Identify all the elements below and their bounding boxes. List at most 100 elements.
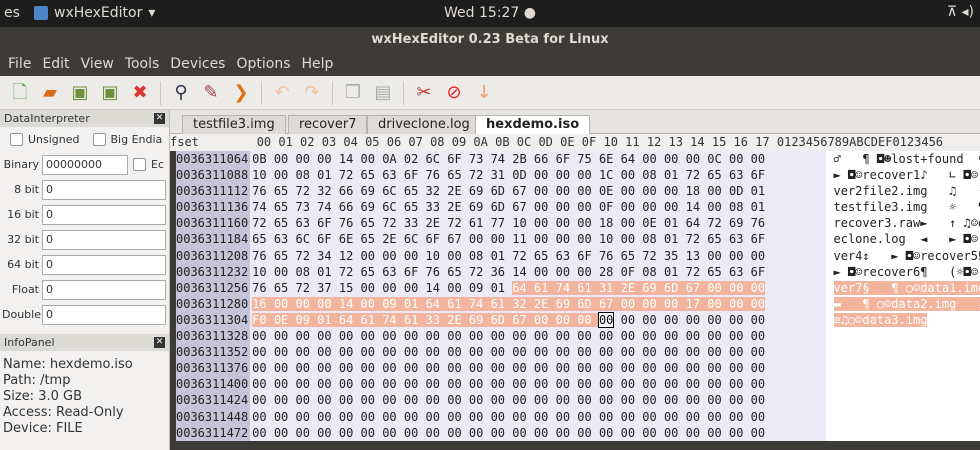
hex-bytes[interactable]: 16 00 00 00 14 00 09 01 64 61 74 61 32 2… xyxy=(250,295,826,312)
find-icon[interactable]: ⚲ xyxy=(169,81,193,105)
ascii-cell[interactable] xyxy=(825,344,980,361)
menu-help[interactable]: Help xyxy=(302,56,334,72)
hex-bytes[interactable]: 0B 00 00 00 14 00 0A 02 6C 6F 73 74 2B 6… xyxy=(250,151,826,168)
menu-tools[interactable]: Tools xyxy=(125,56,160,72)
menu-options[interactable]: Options xyxy=(236,56,290,72)
hex-bytes[interactable]: 00 00 00 00 00 00 00 00 00 00 00 00 00 0… xyxy=(250,344,826,361)
app-menu-button[interactable]: wxHexEditor ▾ xyxy=(34,5,155,21)
ascii-cell[interactable] xyxy=(825,408,980,425)
hex-bytes[interactable]: 00 00 00 00 00 00 00 00 00 00 00 00 00 0… xyxy=(250,360,826,377)
double-field[interactable]: 0 xyxy=(42,304,166,325)
ascii-cell[interactable]: ≡♫○☺data3.img xyxy=(825,311,980,329)
hex-row[interactable]: 0036311256 76 65 72 37 15 00 00 00 14 00 … xyxy=(176,279,980,296)
hex-bytes[interactable]: 00 00 00 00 00 00 00 00 00 00 00 00 00 0… xyxy=(250,424,826,441)
cut-icon[interactable]: ✂ xyxy=(412,81,436,105)
cursor-byte[interactable]: 00 xyxy=(597,311,615,328)
copy-icon[interactable]: ❐ xyxy=(341,81,365,105)
16bit-field[interactable]: 0 xyxy=(42,204,166,225)
ascii-cell[interactable]: ver7§ ¶ ○☺data1.img xyxy=(825,279,980,296)
hex-view[interactable]: 0036311064 0B 00 00 00 14 00 0A 02 6C 6F … xyxy=(176,151,980,450)
unsigned-checkbox[interactable] xyxy=(10,133,23,146)
ascii-cell[interactable]: eclone.log ◄ ► ◘☺re xyxy=(825,231,980,248)
ascii-cell[interactable]: recover3.raw► ↑ ♫☺dr xyxy=(825,215,980,232)
ascii-cell[interactable] xyxy=(825,376,980,393)
menu-file[interactable]: File xyxy=(8,56,31,72)
hex-row[interactable]: 0036311424 00 00 00 00 00 00 00 00 00 00 … xyxy=(176,392,980,409)
save-icon[interactable]: ▣ xyxy=(68,81,92,105)
ascii-cell[interactable] xyxy=(825,328,980,345)
hex-bytes[interactable]: 00 00 00 00 00 00 00 00 00 00 00 00 00 0… xyxy=(250,328,826,345)
hex-row[interactable]: 0036311160 72 65 63 6F 76 65 72 33 2E 72 … xyxy=(176,215,980,232)
hex-bytes[interactable]: 65 63 6C 6F 6E 65 2E 6C 6F 67 00 00 11 0… xyxy=(250,231,826,248)
hex-bytes[interactable]: 76 65 72 34 12 00 00 00 10 00 08 01 72 6… xyxy=(250,247,826,264)
tab-driveclone[interactable]: driveclone.log xyxy=(367,115,481,134)
close-icon[interactable]: ✕ xyxy=(154,113,165,124)
down-arrow-icon[interactable]: ↓ xyxy=(472,81,496,105)
ascii-cell[interactable]: ♂ ¶ ◘☻lost+found ♀ xyxy=(825,151,980,168)
hex-bytes[interactable]: F0 0E 09 01 64 61 74 61 33 2E 69 6D 67 0… xyxy=(250,311,826,329)
hex-row[interactable]: 0036311184 65 63 6C 6F 6E 65 2E 6C 6F 67 … xyxy=(176,231,980,248)
hex-bytes[interactable]: 10 00 08 01 72 65 63 6F 76 65 72 36 14 0… xyxy=(250,263,826,280)
hex-row[interactable]: 0036311232 10 00 08 01 72 65 63 6F 76 65 … xyxy=(176,263,980,280)
hex-bytes[interactable]: 76 65 72 37 15 00 00 00 14 00 09 01 64 6… xyxy=(250,279,826,296)
float-field[interactable]: 0 xyxy=(42,279,166,300)
hex-row[interactable]: 0036311208 76 65 72 34 12 00 00 00 10 00 … xyxy=(176,247,980,264)
hex-bytes[interactable]: 74 65 73 74 66 69 6C 65 33 2E 69 6D 67 0… xyxy=(250,199,826,216)
menu-devices[interactable]: Devices xyxy=(170,56,225,72)
hex-row[interactable]: 0036311448 00 00 00 00 00 00 00 00 00 00 … xyxy=(176,408,980,425)
undo-icon[interactable]: ↶ xyxy=(270,81,294,105)
hex-row[interactable]: 0036311064 0B 00 00 00 14 00 0A 02 6C 6F … xyxy=(176,151,980,168)
hex-row[interactable]: 0036311304 F0 0E 09 01 64 61 74 61 33 2E … xyxy=(176,311,980,329)
goto-icon[interactable]: ❯ xyxy=(229,81,253,105)
ascii-cell[interactable]: ► ◘☺recover1♪ ∟ ◘☺re xyxy=(825,167,980,184)
ascii-cell[interactable]: ▬ ¶ ○☺data2.img ↨ xyxy=(825,295,980,312)
hex-bytes[interactable]: 00 00 00 00 00 00 00 00 00 00 00 00 00 0… xyxy=(250,408,826,425)
hex-row[interactable]: 0036311352 00 00 00 00 00 00 00 00 00 00 … xyxy=(176,344,980,361)
ascii-cell[interactable]: ► ◘☺recover6¶ (☼◘☺re xyxy=(825,263,980,280)
close-icon[interactable]: ✕ xyxy=(154,337,165,348)
activities-button[interactable]: es xyxy=(4,5,20,21)
tab-recover7[interactable]: recover7 xyxy=(288,115,368,134)
ascii-cell[interactable]: testfile3.img ☼ ¶ xyxy=(825,199,980,216)
hex-bytes[interactable]: 72 65 63 6F 76 65 72 33 2E 72 61 77 10 0… xyxy=(250,215,826,232)
16bit-label: 16 bit xyxy=(7,208,39,221)
hex-column-header: fset 00 01 02 03 04 05 06 07 08 09 0A 0B… xyxy=(170,134,980,151)
hex-row[interactable]: 0036311136 74 65 73 74 66 69 6C 65 33 2E … xyxy=(176,199,980,216)
hex-bytes[interactable]: 00 00 00 00 00 00 00 00 00 00 00 00 00 0… xyxy=(250,392,826,409)
64bit-field[interactable]: 0 xyxy=(42,254,166,275)
binary-field[interactable]: 00000000 xyxy=(42,154,128,175)
hex-bytes[interactable]: 76 65 72 32 66 69 6C 65 32 2E 69 6D 67 0… xyxy=(250,183,826,200)
new-file-icon[interactable]: 🗋 xyxy=(8,81,32,105)
ascii-cell[interactable]: ver2file2.img ♫ ↑ xyxy=(825,183,980,200)
replace-icon[interactable]: ✎ xyxy=(199,81,223,105)
hex-row[interactable]: 0036311328 00 00 00 00 00 00 00 00 00 00 … xyxy=(176,328,980,345)
open-folder-icon[interactable]: ▰ xyxy=(38,81,62,105)
menu-edit[interactable]: Edit xyxy=(42,56,69,72)
hex-row[interactable]: 0036311472 00 00 00 00 00 00 00 00 00 00 … xyxy=(176,424,980,441)
stop-icon[interactable]: ⊘ xyxy=(442,81,466,105)
32bit-field[interactable]: 0 xyxy=(42,229,166,250)
tab-hexdemo[interactable]: hexdemo.iso xyxy=(475,115,591,135)
paste-icon[interactable]: ▤ xyxy=(371,81,395,105)
system-tray[interactable]: ⊼ ◂) xyxy=(947,4,974,20)
hex-bytes[interactable]: 10 00 08 01 72 65 63 6F 76 65 72 31 0D 0… xyxy=(250,167,826,184)
hex-bytes[interactable]: 00 00 00 00 00 00 00 00 00 00 00 00 00 0… xyxy=(250,376,826,393)
ascii-cell[interactable] xyxy=(825,424,980,441)
hex-row[interactable]: 0036311400 00 00 00 00 00 00 00 00 00 00 … xyxy=(176,376,980,393)
menu-view[interactable]: View xyxy=(81,56,114,72)
hex-row[interactable]: 0036311088 10 00 08 01 72 65 63 6F 76 65 … xyxy=(176,167,980,184)
close-icon[interactable]: ✖ xyxy=(128,81,152,105)
hex-row[interactable]: 0036311376 00 00 00 00 00 00 00 00 00 00 … xyxy=(176,360,980,377)
ascii-cell[interactable] xyxy=(825,360,980,377)
hex-row[interactable]: 0036311112 76 65 72 32 66 69 6C 65 32 2E … xyxy=(176,183,980,200)
ascii-cell[interactable] xyxy=(825,392,980,409)
ascii-cell[interactable]: ver4↕ ► ◘☺recover5‼ xyxy=(825,247,980,264)
save-as-icon[interactable]: ▣ xyxy=(98,81,122,105)
hex-row[interactable]: 0036311280 16 00 00 00 14 00 09 01 64 61 … xyxy=(176,295,980,312)
clock-label: Wed 15:27 xyxy=(444,5,520,21)
edit-checkbox[interactable] xyxy=(133,158,146,171)
redo-icon[interactable]: ↷ xyxy=(300,81,324,105)
tab-testfile3[interactable]: testfile3.img xyxy=(182,115,286,134)
big-endian-checkbox[interactable] xyxy=(92,133,106,146)
8bit-field[interactable]: 0 xyxy=(42,179,166,200)
